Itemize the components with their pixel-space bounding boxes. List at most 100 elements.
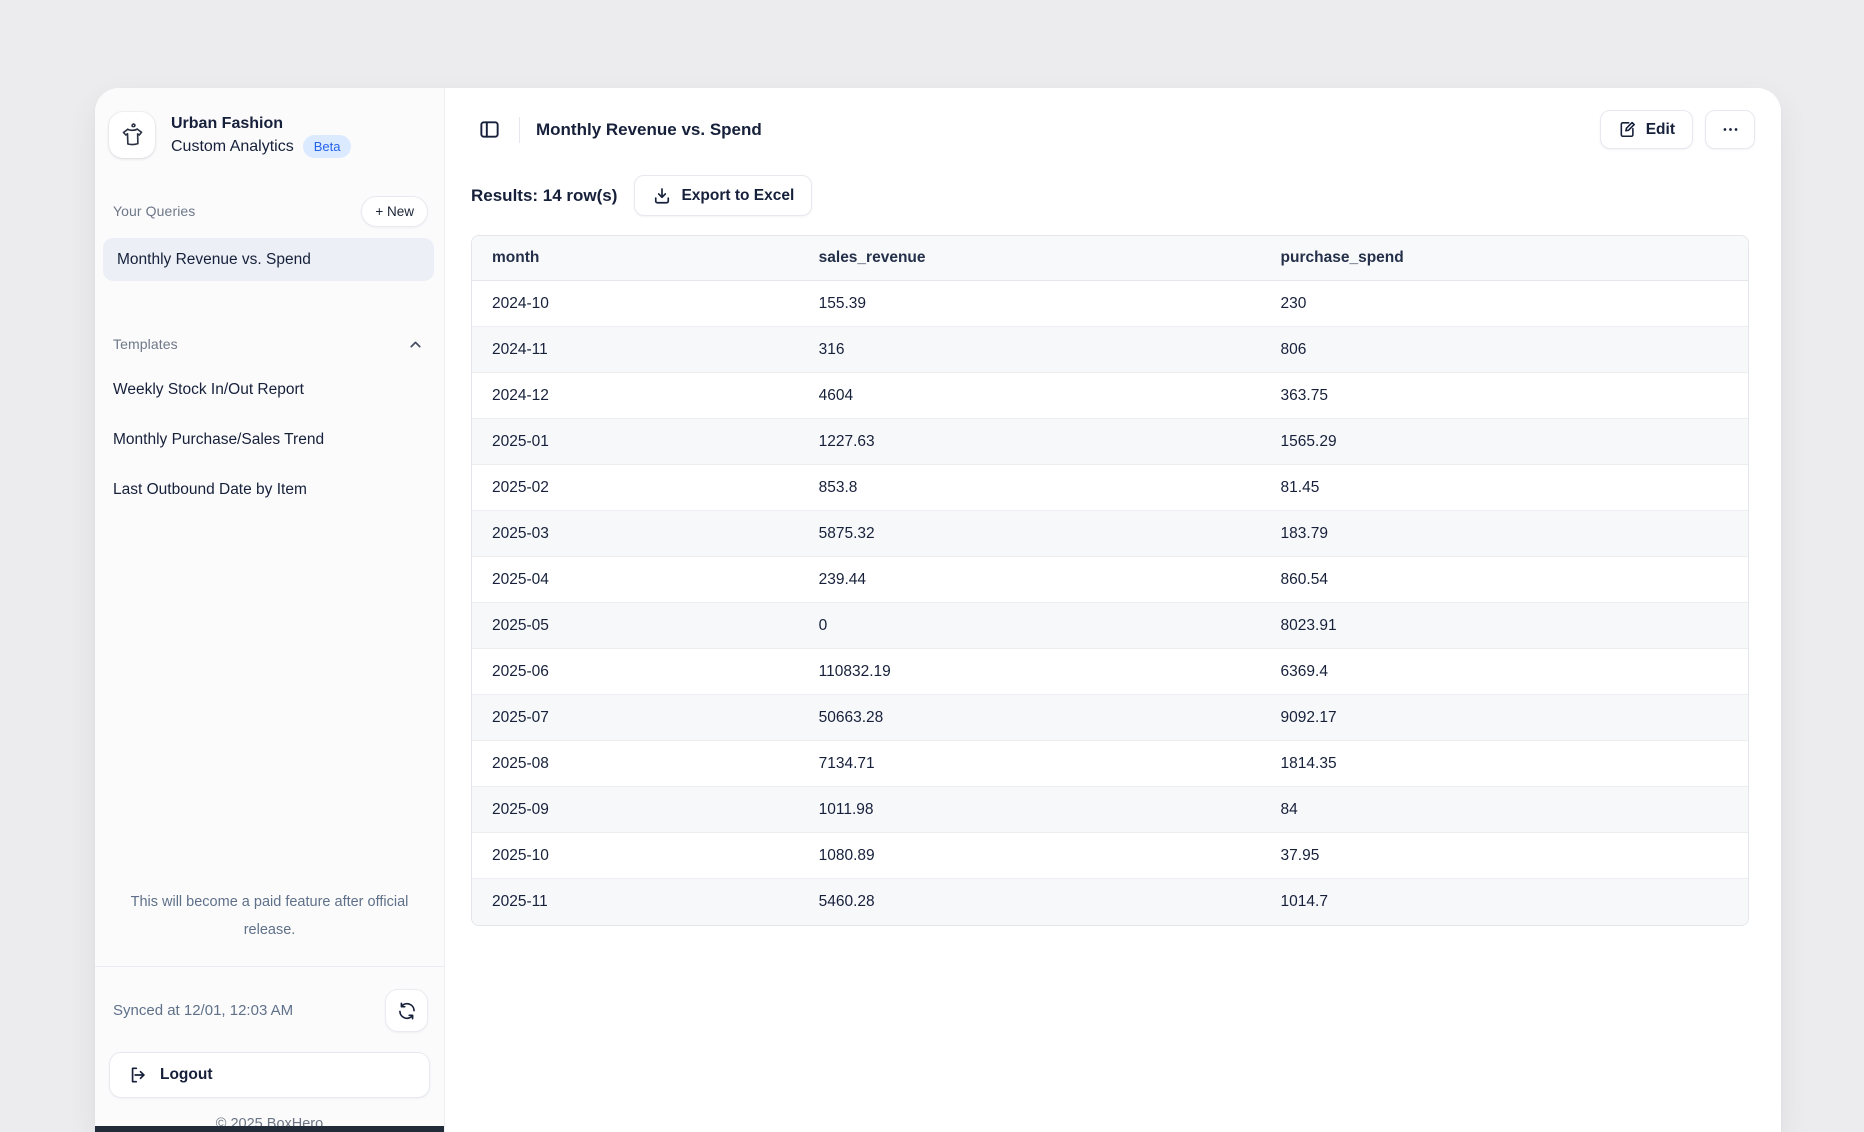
table-cell: 6369.4 bbox=[1261, 649, 1748, 695]
tshirt-hanger-icon bbox=[117, 120, 147, 150]
table-cell: 2025-11 bbox=[472, 879, 799, 925]
table-cell: 155.39 bbox=[799, 281, 1261, 327]
paid-feature-notice: This will become a paid feature after of… bbox=[95, 888, 444, 944]
table-row: 2025-04239.44860.54 bbox=[472, 557, 1748, 603]
table-cell: 2025-10 bbox=[472, 833, 799, 879]
app-window: Urban Fashion Custom Analytics Beta Your… bbox=[95, 88, 1781, 1132]
table-row: 2025-06110832.196369.4 bbox=[472, 649, 1748, 695]
table-cell: 316 bbox=[799, 327, 1261, 373]
beta-badge: Beta bbox=[303, 135, 352, 158]
table-column-header: month bbox=[472, 236, 799, 281]
table-row: 2025-035875.32183.79 bbox=[472, 511, 1748, 557]
table-cell: 4604 bbox=[799, 373, 1261, 419]
sidebar-footer: Synced at 12/01, 12:03 AM bbox=[95, 966, 444, 1132]
table-cell: 2025-03 bbox=[472, 511, 799, 557]
templates-section-header: Templates bbox=[95, 327, 444, 361]
desktop-background: Urban Fashion Custom Analytics Beta Your… bbox=[0, 0, 1864, 1132]
queries-section-header: Your Queries + New bbox=[95, 194, 444, 228]
table-cell: 2025-07 bbox=[472, 695, 799, 741]
table-row: 2024-124604363.75 bbox=[472, 373, 1748, 419]
table-row: 2025-0508023.91 bbox=[472, 603, 1748, 649]
logout-button[interactable]: Logout bbox=[109, 1052, 430, 1098]
table-cell: 5460.28 bbox=[799, 879, 1261, 925]
table-cell: 9092.17 bbox=[1261, 695, 1748, 741]
app-name: Custom Analytics bbox=[171, 135, 294, 158]
results-table: monthsales_revenuepurchase_spend 2024-10… bbox=[471, 235, 1749, 926]
logout-label: Logout bbox=[160, 1066, 213, 1084]
table-row: 2024-10155.39230 bbox=[472, 281, 1748, 327]
logout-icon bbox=[128, 1065, 148, 1085]
workspace-name: Urban Fashion bbox=[171, 112, 351, 135]
sidebar: Urban Fashion Custom Analytics Beta Your… bbox=[95, 88, 445, 1132]
table-cell: 2024-10 bbox=[472, 281, 799, 327]
synced-status-text: Synced at 12/01, 12:03 AM bbox=[113, 1002, 293, 1019]
results-row: Results: 14 row(s) Export to Excel bbox=[445, 175, 1781, 216]
table-row: 2025-087134.711814.35 bbox=[472, 741, 1748, 787]
sync-row: Synced at 12/01, 12:03 AM bbox=[109, 989, 430, 1032]
table-row: 2025-02853.881.45 bbox=[472, 465, 1748, 511]
table-cell: 2025-09 bbox=[472, 787, 799, 833]
download-icon bbox=[652, 186, 672, 206]
table-row: 2025-091011.9884 bbox=[472, 787, 1748, 833]
export-label: Export to Excel bbox=[681, 187, 794, 205]
table-cell: 0 bbox=[799, 603, 1261, 649]
table-cell: 81.45 bbox=[1261, 465, 1748, 511]
export-to-excel-button[interactable]: Export to Excel bbox=[634, 175, 812, 216]
sidebar-spacer bbox=[95, 515, 444, 888]
table-cell: 230 bbox=[1261, 281, 1748, 327]
table-cell: 183.79 bbox=[1261, 511, 1748, 557]
main-content: Monthly Revenue vs. Spend Edit Results: bbox=[445, 88, 1781, 1132]
table-cell: 1565.29 bbox=[1261, 419, 1748, 465]
table-cell: 110832.19 bbox=[799, 649, 1261, 695]
table-cell: 2024-11 bbox=[472, 327, 799, 373]
table-cell: 1227.63 bbox=[799, 419, 1261, 465]
table-cell: 2025-08 bbox=[472, 741, 799, 787]
table-column-header: sales_revenue bbox=[799, 236, 1261, 281]
table-row: 2025-115460.281014.7 bbox=[472, 879, 1748, 925]
ellipsis-icon bbox=[1721, 120, 1740, 139]
workspace-logo bbox=[109, 112, 155, 158]
templates-section-label: Templates bbox=[113, 336, 178, 352]
table-cell: 363.75 bbox=[1261, 373, 1748, 419]
main-header: Monthly Revenue vs. Spend Edit bbox=[445, 88, 1781, 149]
new-query-button[interactable]: + New bbox=[361, 196, 428, 227]
table-cell: 5875.32 bbox=[799, 511, 1261, 557]
table-cell: 8023.91 bbox=[1261, 603, 1748, 649]
more-options-button[interactable] bbox=[1705, 110, 1755, 149]
sidebar-toggle-button[interactable] bbox=[471, 112, 507, 148]
results-count: Results: 14 row(s) bbox=[471, 186, 617, 206]
table-cell: 7134.71 bbox=[799, 741, 1261, 787]
table-cell: 853.8 bbox=[799, 465, 1261, 511]
templates-collapse-button[interactable] bbox=[403, 332, 428, 357]
edit-label: Edit bbox=[1646, 121, 1675, 139]
sidebar-template-item[interactable]: Last Outbound Date by Item bbox=[95, 465, 444, 515]
table-cell: 2025-05 bbox=[472, 603, 799, 649]
table-cell: 1014.7 bbox=[1261, 879, 1748, 925]
table-cell: 2025-06 bbox=[472, 649, 799, 695]
sidebar-template-item[interactable]: Monthly Purchase/Sales Trend bbox=[95, 415, 444, 465]
sidebar-template-item[interactable]: Weekly Stock In/Out Report bbox=[95, 365, 444, 415]
table-cell: 239.44 bbox=[799, 557, 1261, 603]
results-table-container: monthsales_revenuepurchase_spend 2024-10… bbox=[471, 235, 1749, 926]
templates-list: Weekly Stock In/Out ReportMonthly Purcha… bbox=[95, 365, 444, 515]
table-cell: 1011.98 bbox=[799, 787, 1261, 833]
table-cell: 2024-12 bbox=[472, 373, 799, 419]
table-body: 2024-10155.392302024-113168062024-124604… bbox=[472, 281, 1748, 925]
panel-left-icon bbox=[478, 118, 501, 141]
table-header-row: monthsales_revenuepurchase_spend bbox=[472, 236, 1748, 281]
table-row: 2025-101080.8937.95 bbox=[472, 833, 1748, 879]
table-cell: 806 bbox=[1261, 327, 1748, 373]
edit-button[interactable]: Edit bbox=[1600, 110, 1693, 149]
chevron-up-icon bbox=[407, 336, 424, 353]
table-cell: 2025-04 bbox=[472, 557, 799, 603]
table-row: 2025-0750663.289092.17 bbox=[472, 695, 1748, 741]
table-cell: 37.95 bbox=[1261, 833, 1748, 879]
sidebar-item-monthly-revenue-vs-spend[interactable]: Monthly Revenue vs. Spend bbox=[103, 238, 434, 281]
brand-header: Urban Fashion Custom Analytics Beta bbox=[95, 88, 444, 158]
refresh-button[interactable] bbox=[385, 989, 428, 1032]
edit-document-icon bbox=[1618, 120, 1637, 139]
table-column-header: purchase_spend bbox=[1261, 236, 1748, 281]
table-cell: 2025-02 bbox=[472, 465, 799, 511]
table-row: 2024-11316806 bbox=[472, 327, 1748, 373]
query-item-label: Monthly Revenue vs. Spend bbox=[117, 251, 311, 269]
